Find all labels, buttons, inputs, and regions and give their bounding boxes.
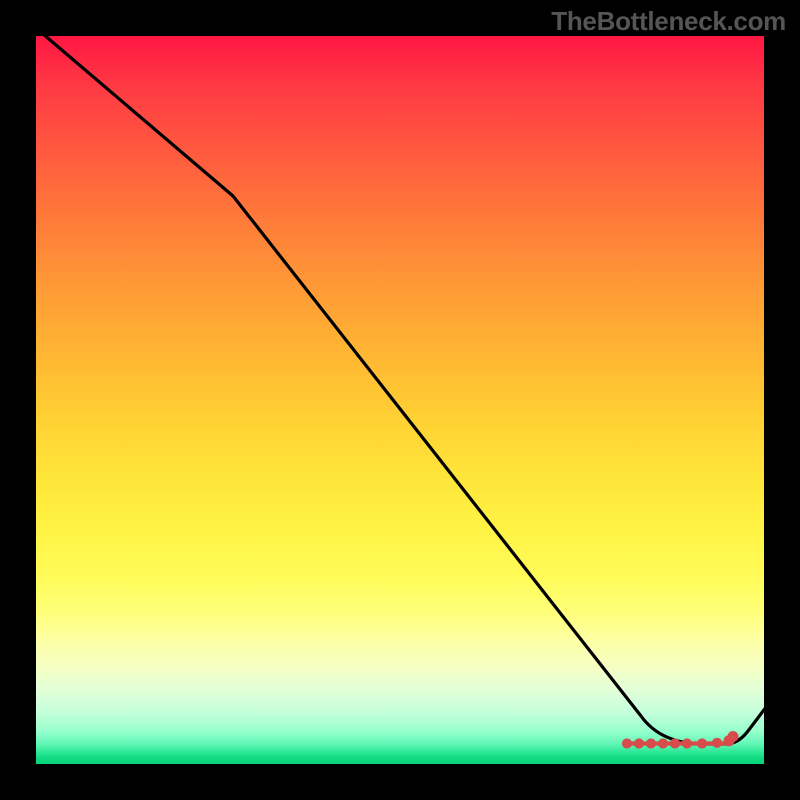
- series-line: [36, 28, 776, 744]
- plot-area: [36, 36, 764, 764]
- chart-svg: [36, 36, 764, 764]
- optimal-marker: [622, 732, 738, 749]
- chart-container: TheBottleneck.com: [0, 0, 800, 800]
- watermark: TheBottleneck.com: [551, 6, 786, 37]
